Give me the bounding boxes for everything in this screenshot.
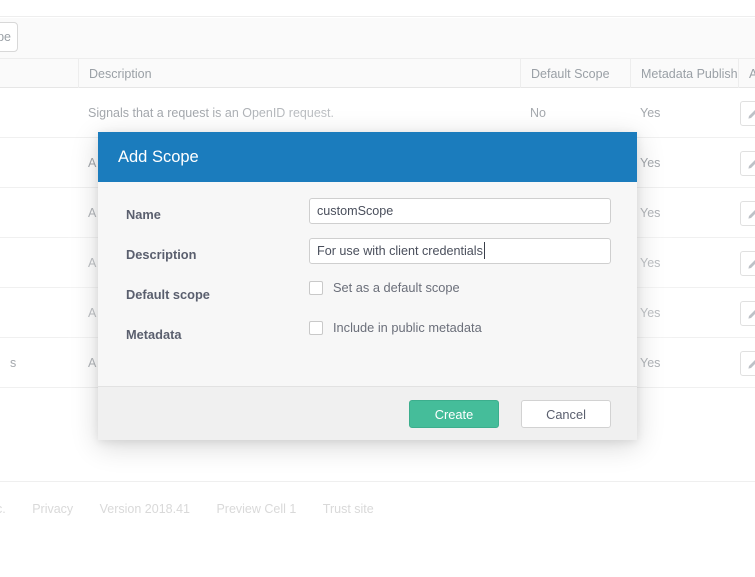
cell-metadata-publish: Yes bbox=[640, 206, 661, 220]
add-scope-dialog: Add Scope Name Description bbox=[98, 132, 637, 440]
cell-name bbox=[0, 138, 78, 188]
name-input[interactable] bbox=[309, 198, 611, 224]
page-footer: c. Privacy Version 2018.41 Preview Cell … bbox=[0, 496, 755, 522]
cell-name bbox=[0, 188, 78, 238]
default-scope-checkbox-label: Set as a default scope bbox=[333, 280, 460, 295]
edit-row-button[interactable] bbox=[740, 101, 755, 126]
cell-metadata-publish: Yes bbox=[640, 356, 661, 370]
column-header-default-scope[interactable]: Default Scope bbox=[520, 59, 630, 89]
footer-divider bbox=[0, 481, 755, 482]
cell-description: Signals that a request is an OpenID requ… bbox=[88, 106, 334, 120]
top-strip bbox=[0, 0, 755, 17]
edit-row-button[interactable] bbox=[740, 351, 755, 376]
form-row-default-scope: Default scope Set as a default scope bbox=[98, 278, 637, 318]
cell-name bbox=[0, 238, 78, 288]
cell-metadata-publish: Yes bbox=[640, 106, 661, 120]
cell-name bbox=[0, 288, 78, 338]
edit-row-button[interactable] bbox=[740, 201, 755, 226]
table-toolbar: pe bbox=[0, 18, 755, 58]
footer-text-fragment: c. bbox=[0, 502, 6, 516]
description-input[interactable] bbox=[309, 238, 611, 264]
create-button[interactable]: Create bbox=[409, 400, 499, 428]
edit-row-button[interactable] bbox=[740, 301, 755, 326]
dialog-body: Name Description Default scope bbox=[98, 182, 637, 386]
default-scope-checkbox[interactable] bbox=[309, 281, 323, 295]
cell-name bbox=[0, 88, 78, 138]
label-metadata: Metadata bbox=[126, 327, 182, 342]
cancel-button[interactable]: Cancel bbox=[521, 400, 611, 428]
dialog-footer: Create Cancel bbox=[98, 386, 637, 440]
footer-link-trust-site[interactable]: Trust site bbox=[323, 496, 374, 522]
page-root: pe Description Default Scope Metadata Pu… bbox=[0, 0, 755, 577]
label-description: Description bbox=[126, 247, 197, 262]
cell-name: s bbox=[10, 356, 17, 370]
form-row-description: Description bbox=[98, 238, 637, 278]
text-cursor bbox=[484, 242, 485, 259]
metadata-checkbox-label: Include in public metadata bbox=[333, 320, 482, 335]
cell-metadata-publish: Yes bbox=[640, 256, 661, 270]
cell-default-scope: No bbox=[530, 106, 546, 120]
form-row-metadata: Metadata Include in public metadata bbox=[98, 318, 637, 358]
metadata-checkbox[interactable] bbox=[309, 321, 323, 335]
column-header-metadata-publish[interactable]: Metadata Publish bbox=[630, 59, 738, 89]
column-header-description[interactable]: Description bbox=[78, 59, 520, 89]
edit-row-button[interactable] bbox=[740, 251, 755, 276]
footer-link-preview-cell[interactable]: Preview Cell 1 bbox=[216, 496, 296, 522]
label-default-scope: Default scope bbox=[126, 287, 210, 302]
footer-link-version[interactable]: Version 2018.41 bbox=[100, 496, 190, 522]
cell-metadata-publish: Yes bbox=[640, 156, 661, 170]
table-row[interactable]: Signals that a request is an OpenID requ… bbox=[0, 88, 755, 138]
form-row-name: Name bbox=[98, 198, 637, 238]
column-header-actions[interactable]: Ac bbox=[738, 59, 755, 89]
dialog-title: Add Scope bbox=[98, 132, 637, 182]
cell-metadata-publish: Yes bbox=[640, 306, 661, 320]
add-scope-button[interactable]: pe bbox=[0, 22, 18, 52]
edit-row-button[interactable] bbox=[740, 151, 755, 176]
label-name: Name bbox=[126, 207, 161, 222]
column-header-name[interactable] bbox=[0, 59, 78, 89]
table-header-row: Description Default Scope Metadata Publi… bbox=[0, 58, 755, 89]
footer-link-privacy[interactable]: Privacy bbox=[32, 496, 73, 522]
